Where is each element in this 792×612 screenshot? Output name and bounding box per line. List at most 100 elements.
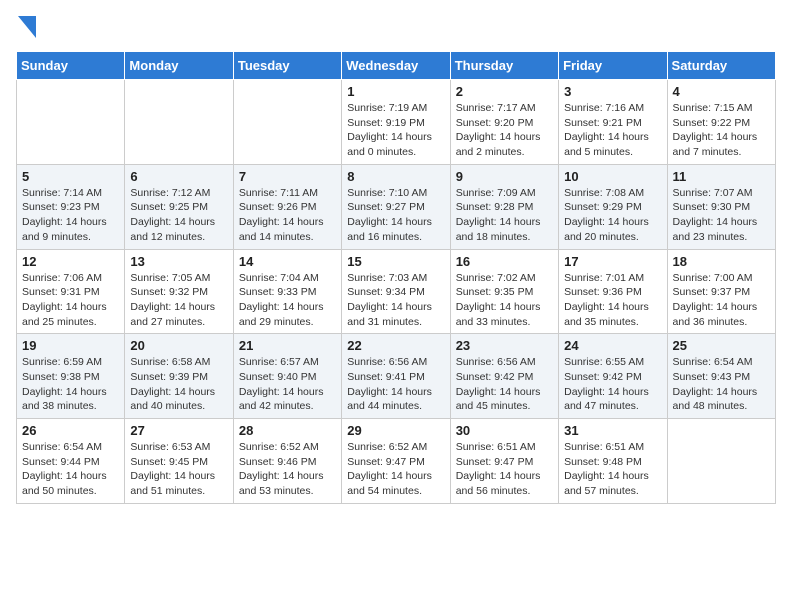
calendar-cell: 2 Sunrise: 7:17 AMSunset: 9:20 PMDaylight… (450, 80, 558, 165)
calendar-cell: 11 Sunrise: 7:07 AMSunset: 9:30 PMDayligh… (667, 164, 775, 249)
calendar-cell: 17 Sunrise: 7:01 AMSunset: 9:36 PMDayligh… (559, 249, 667, 334)
day-info: Sunrise: 6:54 AMSunset: 9:44 PMDaylight:… (22, 440, 119, 499)
day-info: Sunrise: 6:52 AMSunset: 9:46 PMDaylight:… (239, 440, 336, 499)
day-number: 6 (130, 169, 227, 184)
calendar-header-tuesday: Tuesday (233, 52, 341, 80)
day-number: 2 (456, 84, 553, 99)
calendar-header-thursday: Thursday (450, 52, 558, 80)
calendar-cell: 20 Sunrise: 6:58 AMSunset: 9:39 PMDayligh… (125, 334, 233, 419)
calendar-cell (17, 80, 125, 165)
day-number: 18 (673, 254, 770, 269)
day-number: 11 (673, 169, 770, 184)
day-info: Sunrise: 7:09 AMSunset: 9:28 PMDaylight:… (456, 186, 553, 245)
day-info: Sunrise: 6:56 AMSunset: 9:41 PMDaylight:… (347, 355, 444, 414)
calendar-header-wednesday: Wednesday (342, 52, 450, 80)
day-info: Sunrise: 6:54 AMSunset: 9:43 PMDaylight:… (673, 355, 770, 414)
calendar-week-row: 19 Sunrise: 6:59 AMSunset: 9:38 PMDayligh… (17, 334, 776, 419)
day-info: Sunrise: 7:14 AMSunset: 9:23 PMDaylight:… (22, 186, 119, 245)
day-info: Sunrise: 7:00 AMSunset: 9:37 PMDaylight:… (673, 271, 770, 330)
day-number: 31 (564, 423, 661, 438)
day-number: 10 (564, 169, 661, 184)
day-info: Sunrise: 7:02 AMSunset: 9:35 PMDaylight:… (456, 271, 553, 330)
day-number: 21 (239, 338, 336, 353)
day-info: Sunrise: 6:58 AMSunset: 9:39 PMDaylight:… (130, 355, 227, 414)
day-number: 26 (22, 423, 119, 438)
calendar-week-row: 1 Sunrise: 7:19 AMSunset: 9:19 PMDaylight… (17, 80, 776, 165)
calendar-cell: 15Sunrise: 7:03 AMSunset: 9:34 PMDayligh… (342, 249, 450, 334)
calendar-cell: 22Sunrise: 6:56 AMSunset: 9:41 PMDayligh… (342, 334, 450, 419)
day-info: Sunrise: 6:51 AMSunset: 9:48 PMDaylight:… (564, 440, 661, 499)
calendar-cell: 21 Sunrise: 6:57 AMSunset: 9:40 PMDayligh… (233, 334, 341, 419)
day-number: 8 (347, 169, 444, 184)
calendar-cell: 24 Sunrise: 6:55 AMSunset: 9:42 PMDayligh… (559, 334, 667, 419)
calendar-cell: 18 Sunrise: 7:00 AMSunset: 9:37 PMDayligh… (667, 249, 775, 334)
calendar-body: 1 Sunrise: 7:19 AMSunset: 9:19 PMDaylight… (17, 80, 776, 504)
calendar-cell (233, 80, 341, 165)
calendar-cell: 10 Sunrise: 7:08 AMSunset: 9:29 PMDayligh… (559, 164, 667, 249)
day-number: 16 (456, 254, 553, 269)
day-info: Sunrise: 7:08 AMSunset: 9:29 PMDaylight:… (564, 186, 661, 245)
day-info: Sunrise: 6:51 AMSunset: 9:47 PMDaylight:… (456, 440, 553, 499)
calendar-cell: 13Sunrise: 7:05 AMSunset: 9:32 PMDayligh… (125, 249, 233, 334)
logo-flag-icon (18, 16, 36, 38)
calendar-week-row: 26 Sunrise: 6:54 AMSunset: 9:44 PMDayligh… (17, 419, 776, 504)
day-number: 5 (22, 169, 119, 184)
day-number: 7 (239, 169, 336, 184)
day-number: 4 (673, 84, 770, 99)
day-info: Sunrise: 6:53 AMSunset: 9:45 PMDaylight:… (130, 440, 227, 499)
calendar-cell: 1 Sunrise: 7:19 AMSunset: 9:19 PMDaylight… (342, 80, 450, 165)
day-number: 15 (347, 254, 444, 269)
day-number: 20 (130, 338, 227, 353)
day-info: Sunrise: 7:16 AMSunset: 9:21 PMDaylight:… (564, 101, 661, 160)
day-info: Sunrise: 7:11 AMSunset: 9:26 PMDaylight:… (239, 186, 336, 245)
calendar-cell: 16 Sunrise: 7:02 AMSunset: 9:35 PMDayligh… (450, 249, 558, 334)
day-info: Sunrise: 6:55 AMSunset: 9:42 PMDaylight:… (564, 355, 661, 414)
day-info: Sunrise: 6:57 AMSunset: 9:40 PMDaylight:… (239, 355, 336, 414)
calendar-header-monday: Monday (125, 52, 233, 80)
logo (16, 16, 36, 43)
day-number: 23 (456, 338, 553, 353)
calendar-cell: 28Sunrise: 6:52 AMSunset: 9:46 PMDayligh… (233, 419, 341, 504)
day-number: 27 (130, 423, 227, 438)
calendar-header-friday: Friday (559, 52, 667, 80)
day-info: Sunrise: 7:07 AMSunset: 9:30 PMDaylight:… (673, 186, 770, 245)
calendar-header-sunday: Sunday (17, 52, 125, 80)
day-info: Sunrise: 6:56 AMSunset: 9:42 PMDaylight:… (456, 355, 553, 414)
calendar-cell: 31 Sunrise: 6:51 AMSunset: 9:48 PMDayligh… (559, 419, 667, 504)
calendar-header-row: SundayMondayTuesdayWednesdayThursdayFrid… (17, 52, 776, 80)
calendar-cell: 25 Sunrise: 6:54 AMSunset: 9:43 PMDayligh… (667, 334, 775, 419)
day-info: Sunrise: 7:10 AMSunset: 9:27 PMDaylight:… (347, 186, 444, 245)
calendar-table: SundayMondayTuesdayWednesdayThursdayFrid… (16, 51, 776, 504)
day-number: 30 (456, 423, 553, 438)
calendar-cell: 29Sunrise: 6:52 AMSunset: 9:47 PMDayligh… (342, 419, 450, 504)
day-info: Sunrise: 7:04 AMSunset: 9:33 PMDaylight:… (239, 271, 336, 330)
calendar-cell: 23 Sunrise: 6:56 AMSunset: 9:42 PMDayligh… (450, 334, 558, 419)
calendar-cell (667, 419, 775, 504)
day-number: 24 (564, 338, 661, 353)
calendar-cell: 12Sunrise: 7:06 AMSunset: 9:31 PMDayligh… (17, 249, 125, 334)
calendar-cell: 8 Sunrise: 7:10 AMSunset: 9:27 PMDaylight… (342, 164, 450, 249)
day-info: Sunrise: 7:15 AMSunset: 9:22 PMDaylight:… (673, 101, 770, 160)
day-number: 19 (22, 338, 119, 353)
day-info: Sunrise: 7:17 AMSunset: 9:20 PMDaylight:… (456, 101, 553, 160)
day-number: 1 (347, 84, 444, 99)
calendar-cell: 9 Sunrise: 7:09 AMSunset: 9:28 PMDaylight… (450, 164, 558, 249)
calendar-cell: 27 Sunrise: 6:53 AMSunset: 9:45 PMDayligh… (125, 419, 233, 504)
day-info: Sunrise: 6:59 AMSunset: 9:38 PMDaylight:… (22, 355, 119, 414)
day-info: Sunrise: 7:01 AMSunset: 9:36 PMDaylight:… (564, 271, 661, 330)
calendar-week-row: 5 Sunrise: 7:14 AMSunset: 9:23 PMDaylight… (17, 164, 776, 249)
day-number: 12 (22, 254, 119, 269)
calendar-week-row: 12Sunrise: 7:06 AMSunset: 9:31 PMDayligh… (17, 249, 776, 334)
calendar-cell: 19 Sunrise: 6:59 AMSunset: 9:38 PMDayligh… (17, 334, 125, 419)
day-number: 9 (456, 169, 553, 184)
calendar-cell: 26 Sunrise: 6:54 AMSunset: 9:44 PMDayligh… (17, 419, 125, 504)
day-number: 13 (130, 254, 227, 269)
day-info: Sunrise: 7:19 AMSunset: 9:19 PMDaylight:… (347, 101, 444, 160)
page-header (16, 16, 776, 43)
day-number: 17 (564, 254, 661, 269)
day-info: Sunrise: 7:12 AMSunset: 9:25 PMDaylight:… (130, 186, 227, 245)
calendar-cell: 30 Sunrise: 6:51 AMSunset: 9:47 PMDayligh… (450, 419, 558, 504)
calendar-cell: 14Sunrise: 7:04 AMSunset: 9:33 PMDayligh… (233, 249, 341, 334)
calendar-cell: 3Sunrise: 7:16 AMSunset: 9:21 PMDaylight… (559, 80, 667, 165)
day-number: 25 (673, 338, 770, 353)
